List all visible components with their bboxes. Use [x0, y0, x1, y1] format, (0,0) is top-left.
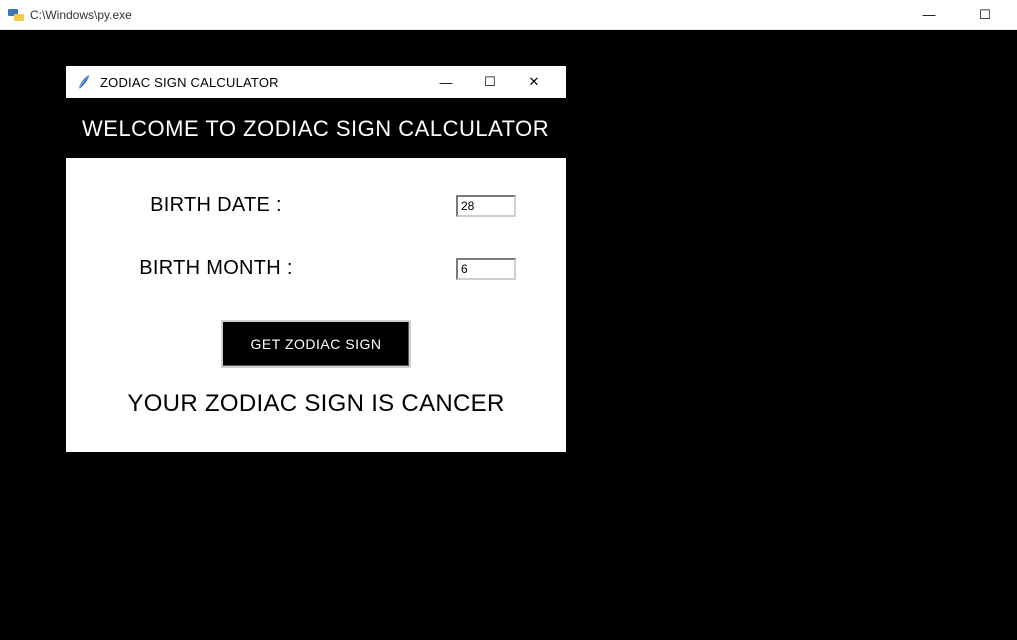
- console-title: C:\Windows\py.exe: [30, 8, 911, 22]
- minimize-button[interactable]: —: [424, 75, 468, 90]
- python-launcher-icon: [8, 7, 24, 23]
- form-area: BIRTH DATE : BIRTH MONTH : GET ZODIAC SI…: [66, 158, 566, 452]
- birth-date-row: BIRTH DATE :: [86, 194, 546, 217]
- birth-month-row: BIRTH MONTH :: [86, 257, 546, 280]
- get-zodiac-button[interactable]: GET ZODIAC SIGN: [221, 320, 412, 368]
- maximize-button[interactable]: ☐: [468, 74, 512, 90]
- birth-month-label: BIRTH MONTH :: [86, 257, 346, 280]
- close-button[interactable]: ✕: [512, 74, 556, 90]
- tk-feather-icon: [76, 74, 92, 90]
- app-window-controls: — ☐ ✕: [424, 74, 556, 90]
- app-window: ZODIAC SIGN CALCULATOR — ☐ ✕ WELCOME TO …: [66, 66, 566, 452]
- birth-month-input[interactable]: [456, 258, 516, 280]
- button-row: GET ZODIAC SIGN: [86, 320, 546, 368]
- birth-date-input[interactable]: [456, 195, 516, 217]
- maximize-button[interactable]: ☐: [967, 7, 1003, 23]
- app-titlebar[interactable]: ZODIAC SIGN CALCULATOR — ☐ ✕: [66, 66, 566, 98]
- result-label: YOUR ZODIAC SIGN IS CANCER: [86, 384, 546, 436]
- welcome-banner: WELCOME TO ZODIAC SIGN CALCULATOR: [66, 98, 566, 158]
- console-titlebar[interactable]: C:\Windows\py.exe — ☐: [0, 0, 1017, 30]
- console-window-controls: — ☐: [911, 7, 1009, 23]
- minimize-button[interactable]: —: [911, 7, 947, 23]
- console-client-area: ZODIAC SIGN CALCULATOR — ☐ ✕ WELCOME TO …: [0, 30, 1017, 640]
- birth-date-label: BIRTH DATE :: [86, 194, 346, 217]
- console-window: C:\Windows\py.exe — ☐ ZODIAC SIGN CALCUL…: [0, 0, 1017, 640]
- app-title: ZODIAC SIGN CALCULATOR: [100, 75, 424, 90]
